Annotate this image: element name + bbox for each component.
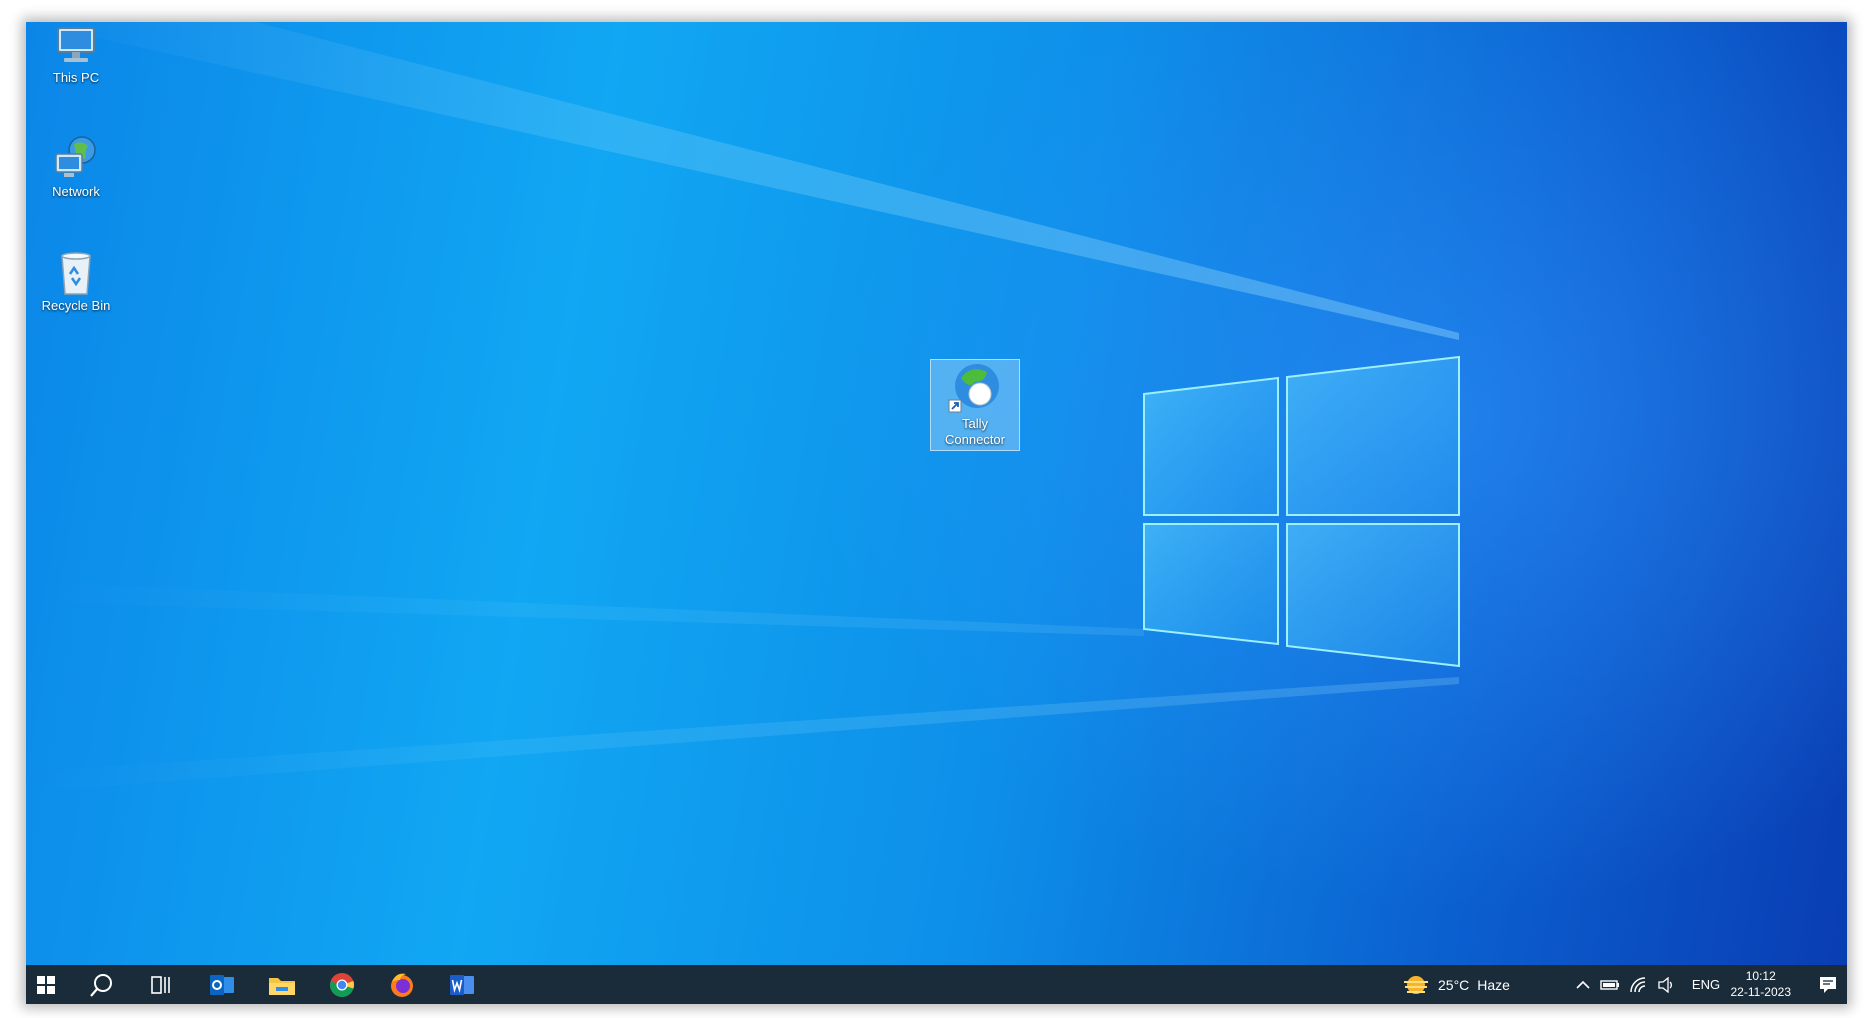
clock-date: 22-11-2023 [1730, 985, 1792, 999]
volume-button[interactable] [1654, 965, 1678, 1004]
windows-logo-wallpaper [26, 22, 1460, 792]
clock-time: 10:12 [1745, 969, 1776, 983]
desktop-icon-label: Recycle Bin [41, 298, 111, 313]
taskbar-firefox[interactable] [378, 965, 426, 1004]
speaker-icon [1658, 976, 1672, 993]
task-view-button[interactable] [138, 965, 186, 1004]
folder-icon [269, 977, 295, 995]
weather-widget[interactable]: 25°C Haze [1402, 965, 1552, 1004]
wifi-button[interactable] [1626, 965, 1650, 1004]
chevron-up-icon [1576, 980, 1590, 989]
desktop[interactable]: This PC Network Recycle Bin Tally Connec… [26, 22, 1847, 965]
taskbar: 25°C Haze ENG 10:12 22-11-2023 [26, 965, 1847, 1004]
clock[interactable]: 10:12 22-11-2023 [1731, 968, 1792, 1000]
battery-icon [1600, 979, 1619, 990]
desktop-icon-this-pc[interactable]: This PC [36, 24, 116, 86]
search-icon [90, 973, 112, 997]
start-button[interactable] [26, 965, 66, 1004]
taskbar-outlook[interactable] [198, 965, 246, 1004]
recycle-bin-icon [61, 252, 91, 295]
language-indicator[interactable]: ENG [1686, 965, 1726, 1004]
weather-temperature: 25°C [1438, 976, 1470, 993]
screen-frame: This PC Network Recycle Bin Tally Connec… [26, 22, 1847, 1004]
weather-condition: Haze [1477, 976, 1510, 993]
desktop-icon-label: This PC [52, 70, 100, 85]
language-label: ENG [1691, 977, 1721, 992]
action-center-button[interactable] [1812, 965, 1844, 1004]
network-icon [55, 136, 96, 177]
weather-sun-icon [1404, 975, 1428, 994]
chrome-icon [330, 972, 355, 997]
shortcut-label-line2: Connector [945, 432, 1005, 447]
search-button[interactable] [78, 965, 126, 1004]
notification-icon [1820, 976, 1836, 993]
show-hidden-icons-button[interactable] [1572, 965, 1594, 1004]
desktop-shortcut-tally-connector[interactable]: Tally Connector [930, 359, 1020, 451]
desktop-icon-network[interactable]: Network [36, 134, 116, 200]
desktop-icon-recycle-bin[interactable]: Recycle Bin [36, 248, 116, 314]
shortcut-label-line1: Tally [961, 416, 988, 431]
tally-connector-icon [948, 364, 999, 413]
taskbar-word[interactable] [438, 965, 486, 1004]
outlook-icon [210, 974, 234, 995]
computer-icon [57, 27, 95, 62]
firefox-icon [391, 973, 413, 997]
taskbar-chrome[interactable] [318, 965, 366, 1004]
task-view-icon [151, 975, 170, 994]
windows-icon [37, 975, 55, 994]
taskbar-file-explorer[interactable] [258, 965, 306, 1004]
battery-button[interactable] [1598, 965, 1622, 1004]
wifi-icon [1630, 976, 1646, 992]
desktop-icon-label: Network [52, 184, 100, 199]
word-icon [450, 974, 474, 995]
